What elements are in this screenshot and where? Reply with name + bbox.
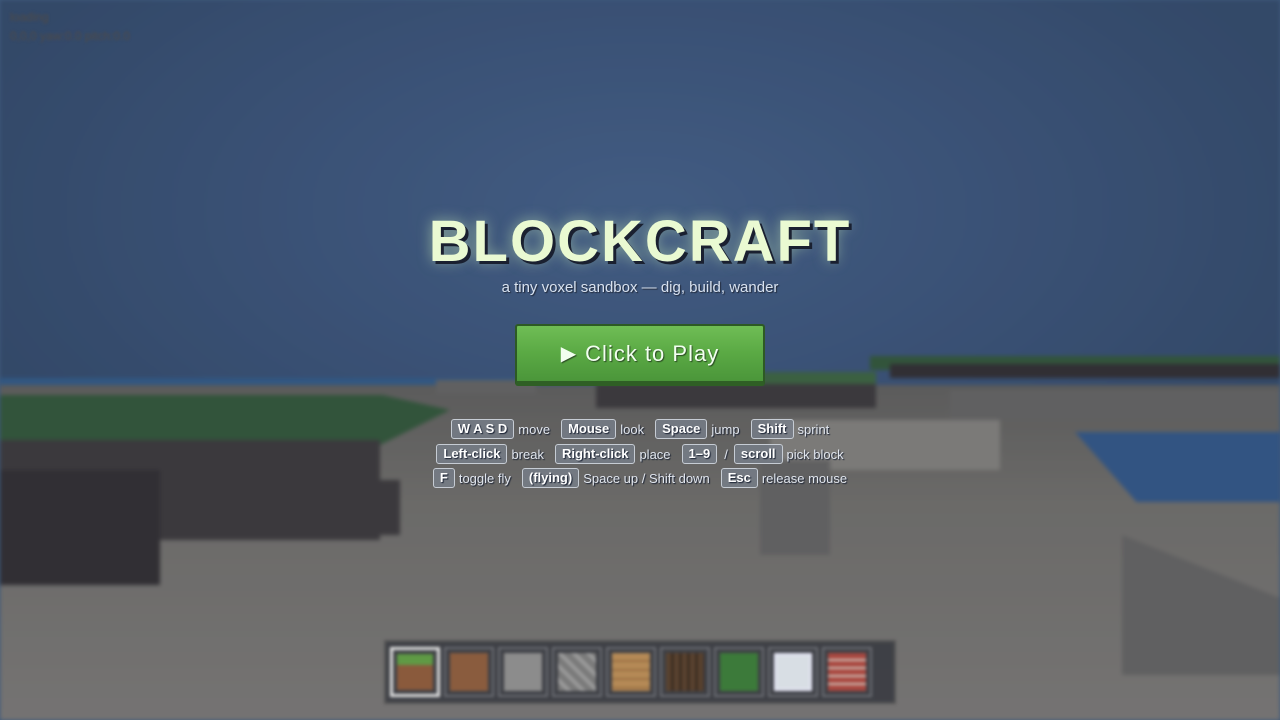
planks-block-icon bbox=[612, 653, 650, 691]
hotbar-slot-log[interactable] bbox=[660, 647, 710, 697]
brick-block-icon bbox=[828, 653, 866, 691]
hotbar-slot-brick[interactable] bbox=[822, 647, 872, 697]
hotbar-slot-stone[interactable] bbox=[498, 647, 548, 697]
key-space: Space bbox=[655, 419, 708, 439]
key-shift: Shift bbox=[750, 419, 794, 439]
leaves-block-icon bbox=[720, 653, 758, 691]
key-right-click: Right-click bbox=[554, 444, 636, 464]
dirt-block-icon bbox=[450, 653, 488, 691]
hotbar-slot-cobblestone[interactable] bbox=[552, 647, 602, 697]
key-numbers: 1–9 bbox=[681, 444, 718, 464]
play-button[interactable]: ▶ Click to Play bbox=[515, 324, 765, 386]
key-mouse: Mouse bbox=[561, 419, 617, 439]
controls-row-2: Left-click break Right-click place 1–9 /… bbox=[0, 444, 1280, 464]
key-separator: / bbox=[724, 446, 728, 462]
key-scroll: scroll bbox=[733, 444, 783, 464]
play-button-label: Click to Play bbox=[585, 340, 720, 366]
key-esc: Esc bbox=[720, 468, 758, 488]
log-block-icon bbox=[666, 653, 704, 691]
key-left-click: Left-click bbox=[436, 444, 508, 464]
hotbar-slot-glass[interactable] bbox=[768, 647, 818, 697]
action-fly-vertical: Space up / Shift down bbox=[583, 470, 710, 486]
action-release-mouse: release mouse bbox=[761, 470, 848, 486]
action-look: look bbox=[620, 421, 645, 437]
hotbar-slot-leaves[interactable] bbox=[714, 647, 764, 697]
start-menu: BLOCKCRAFT a tiny voxel sandbox — dig, b… bbox=[0, 0, 1280, 720]
game-subtitle: a tiny voxel sandbox — dig, build, wande… bbox=[501, 279, 779, 296]
action-place: place bbox=[639, 446, 671, 462]
play-icon: ▶ bbox=[560, 343, 578, 365]
controls-row-1: W A S D move Mouse look Space jump Shift… bbox=[0, 419, 1280, 439]
stone-block-icon bbox=[504, 653, 542, 691]
action-break: break bbox=[511, 446, 544, 462]
hotbar-slot-planks[interactable] bbox=[606, 647, 656, 697]
key-f: F bbox=[432, 468, 455, 488]
action-move: move bbox=[518, 421, 551, 437]
action-jump: jump bbox=[711, 421, 740, 437]
key-flying: (flying) bbox=[521, 468, 580, 488]
action-toggle-fly: toggle fly bbox=[458, 470, 511, 486]
grass-block-icon bbox=[397, 654, 433, 690]
cobblestone-block-icon bbox=[558, 653, 596, 691]
hotbar-slot-grass[interactable] bbox=[390, 647, 440, 697]
hotbar bbox=[384, 640, 896, 704]
game-title: BLOCKCRAFT bbox=[428, 209, 852, 274]
glass-block-icon bbox=[774, 653, 812, 691]
hotbar-slot-dirt[interactable] bbox=[444, 647, 494, 697]
controls-row-3: F toggle fly (flying) Space up / Shift d… bbox=[0, 468, 1280, 488]
action-pick-block: pick block bbox=[786, 446, 844, 462]
action-sprint: sprint bbox=[797, 421, 830, 437]
key-wasd: W A S D bbox=[450, 419, 515, 439]
